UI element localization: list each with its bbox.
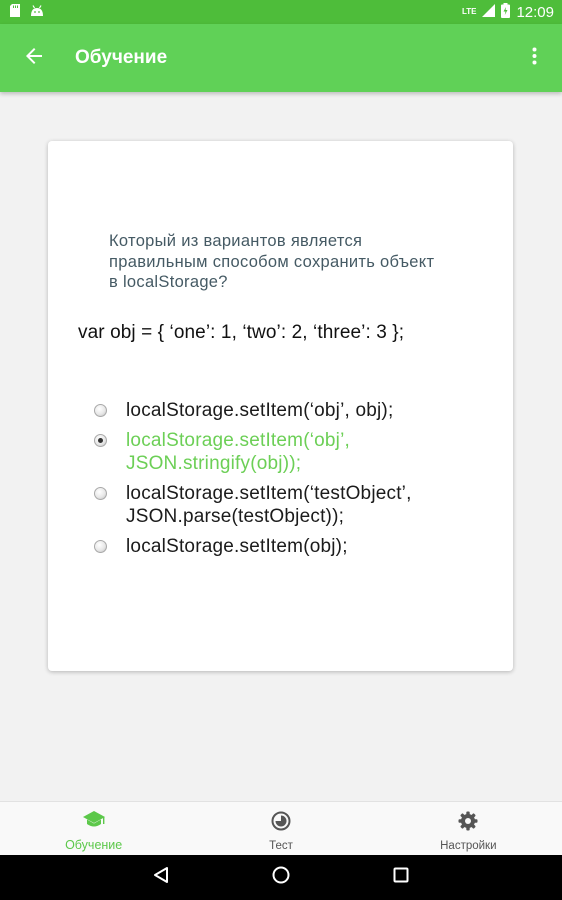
android-icon [30,4,44,20]
answer-option-1[interactable]: localStorage.setItem(‘obj’, obj); [93,399,493,423]
status-bar: LTE 12:09 [0,0,562,24]
bottom-navigation: Обучение Тест Настройки [0,801,562,855]
code-snippet: var obj = { ‘one’: 1, ‘two’: 2, ‘three’:… [78,322,405,343]
nav-label-learning: Обучение [65,838,123,852]
radio-button[interactable] [94,404,107,417]
answer-option-4[interactable]: localStorage.setItem(obj); [93,535,493,559]
question-text: Который из вариантов является правильным… [109,232,435,291]
more-vert-icon [532,47,537,70]
nav-label-test: Тест [269,840,293,852]
status-left [10,4,44,20]
app-bar: Обучение [0,24,562,92]
sd-card-icon [10,4,20,20]
option-label: localStorage.setItem(obj); [126,535,348,557]
system-recents-button[interactable] [371,855,431,900]
back-button[interactable] [6,30,62,86]
timelapse-icon [271,811,291,836]
answer-option-2[interactable]: localStorage.setItem(‘obj’, JSON.stringi… [93,429,493,476]
system-back-button[interactable] [131,855,191,900]
lte-label: LTE [461,7,477,16]
radio-button[interactable] [94,486,107,500]
system-navigation-bar [0,855,562,900]
overflow-menu-button[interactable] [512,30,556,86]
question-card: Который из вариантов является правильным… [48,141,513,671]
radio-button[interactable] [94,539,107,553]
nav-item-learning[interactable]: Обучение [0,802,187,855]
system-home-button[interactable] [251,855,311,900]
nav-item-settings[interactable]: Настройки [375,802,562,855]
circle-home-icon [272,866,290,889]
radio-button-selected[interactable] [94,433,107,447]
triangle-back-icon [152,866,170,889]
gear-icon [458,811,478,836]
answer-option-3[interactable]: localStorage.setItem(‘testObject’, JSON.… [93,482,493,529]
battery-icon [501,3,511,21]
arrow-back-icon [25,47,43,70]
option-label: localStorage.setItem(‘testObject’, JSON.… [126,482,412,528]
nav-label-settings: Настройки [440,840,497,852]
square-recents-icon [393,867,409,888]
signal-icon [482,4,496,20]
status-right: LTE 12:09 [462,3,554,21]
option-label: localStorage.setItem(‘obj’, obj); [126,400,394,421]
option-label-correct: localStorage.setItem(‘obj’, JSON.stringi… [126,429,351,475]
page-title: Обучение [75,47,168,68]
school-icon [82,811,105,834]
status-time: 12:09 [516,3,554,21]
nav-item-test[interactable]: Тест [187,802,374,855]
answer-options: localStorage.setItem(‘obj’, obj); localS… [93,399,493,564]
